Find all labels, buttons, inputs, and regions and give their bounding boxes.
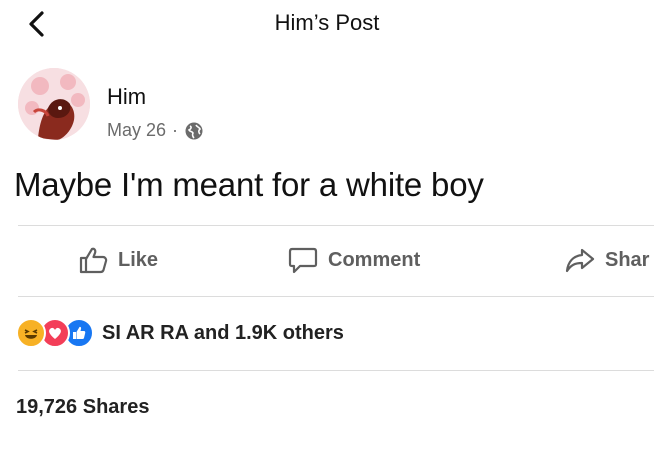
reactions-text[interactable]: SI AR RA and 1.9K others: [102, 322, 344, 345]
like-button[interactable]: Like: [78, 246, 158, 274]
comment-label: Comment: [328, 248, 421, 271]
post-meta: May 26 ·: [107, 120, 204, 141]
share-label: Shar: [605, 248, 650, 271]
avatar-image: [18, 68, 90, 140]
shares-count[interactable]: 19,726 Shares: [16, 396, 149, 419]
globe-icon[interactable]: [184, 121, 204, 141]
post-date[interactable]: May 26: [107, 120, 166, 141]
divider: [18, 370, 654, 371]
meta-separator: ·: [172, 120, 179, 140]
divider: [18, 225, 654, 226]
reactions-summary[interactable]: SI AR RA and 1.9K others: [16, 318, 344, 348]
post-text: Maybe I'm meant for a white boy: [14, 166, 484, 203]
comment-icon: [288, 247, 318, 274]
share-button[interactable]: Shar: [565, 246, 649, 274]
haha-icon: [16, 318, 46, 348]
divider: [18, 296, 654, 297]
comment-button[interactable]: Comment: [288, 246, 420, 274]
thumbs-up-icon: [79, 247, 108, 274]
page-title: Him’s Post: [274, 10, 380, 35]
like-label: Like: [118, 248, 159, 271]
author-name[interactable]: Him: [107, 84, 146, 110]
share-arrow-icon: [565, 248, 595, 273]
avatar[interactable]: [18, 68, 90, 140]
